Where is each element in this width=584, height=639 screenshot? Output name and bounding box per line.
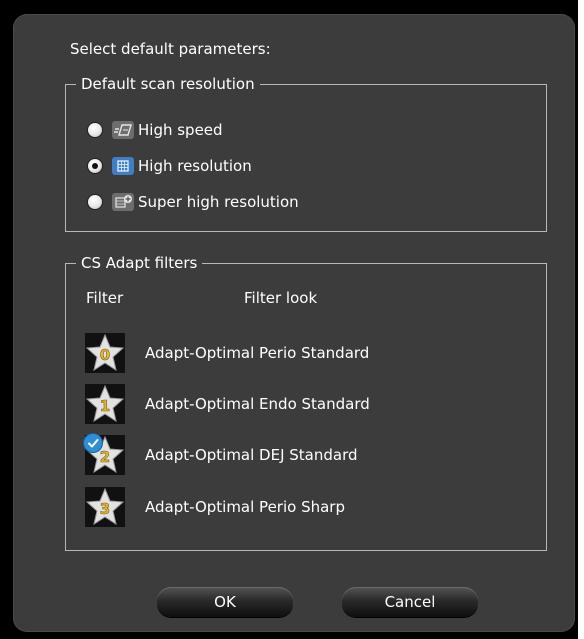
super-high-resolution-icon (112, 193, 134, 211)
filter-3-star-icon[interactable]: 3 (83, 485, 127, 529)
selected-check-icon (84, 434, 102, 452)
super-high-resolution-radio[interactable] (88, 195, 102, 209)
high-speed-radio[interactable] (88, 123, 102, 137)
filter-look-column-header: Filter look (244, 289, 318, 307)
filter-2-label: Adapt-Optimal DEJ Standard (145, 446, 358, 464)
adapt-filters-legend: CS Adapt filters (76, 253, 203, 273)
filter-0-label: Adapt-Optimal Perio Standard (145, 344, 370, 362)
filter-row-1[interactable]: 1 Adapt-Optimal Endo Standard (83, 384, 370, 424)
filter-row-2[interactable]: 2 Adapt-Optimal DEJ Standard (83, 433, 358, 477)
filter-1-label: Adapt-Optimal Endo Standard (145, 395, 370, 413)
filter-2-star-icon[interactable]: 2 (83, 433, 127, 477)
scan-resolution-legend: Default scan resolution (76, 74, 260, 94)
high-speed-label: High speed (138, 121, 223, 139)
dialog-heading: Select default parameters: (70, 40, 271, 58)
filter-1-star-icon[interactable]: 1 (83, 382, 127, 426)
filter-0-star-icon[interactable]: 0 (83, 331, 127, 375)
filter-row-0[interactable]: 0 Adapt-Optimal Perio Standard (83, 333, 369, 373)
high-speed-icon (112, 121, 134, 139)
cancel-button[interactable]: Cancel (342, 587, 478, 617)
filter-3-number: 3 (100, 500, 110, 518)
option-high-speed[interactable]: High speed (88, 118, 223, 142)
option-super-high-resolution[interactable]: Super high resolution (88, 190, 299, 214)
filter-0-number: 0 (100, 346, 110, 364)
high-resolution-radio[interactable] (88, 159, 102, 173)
filter-row-3[interactable]: 3 Adapt-Optimal Perio Sharp (83, 487, 345, 527)
high-resolution-label: High resolution (138, 157, 252, 175)
filter-column-header: Filter (86, 289, 124, 307)
filter-1-number: 1 (100, 397, 110, 415)
high-resolution-icon (112, 157, 134, 175)
super-high-resolution-label: Super high resolution (138, 193, 299, 211)
filter-3-label: Adapt-Optimal Perio Sharp (145, 498, 345, 516)
option-high-resolution[interactable]: High resolution (88, 154, 252, 178)
ok-button[interactable]: OK (157, 587, 293, 617)
